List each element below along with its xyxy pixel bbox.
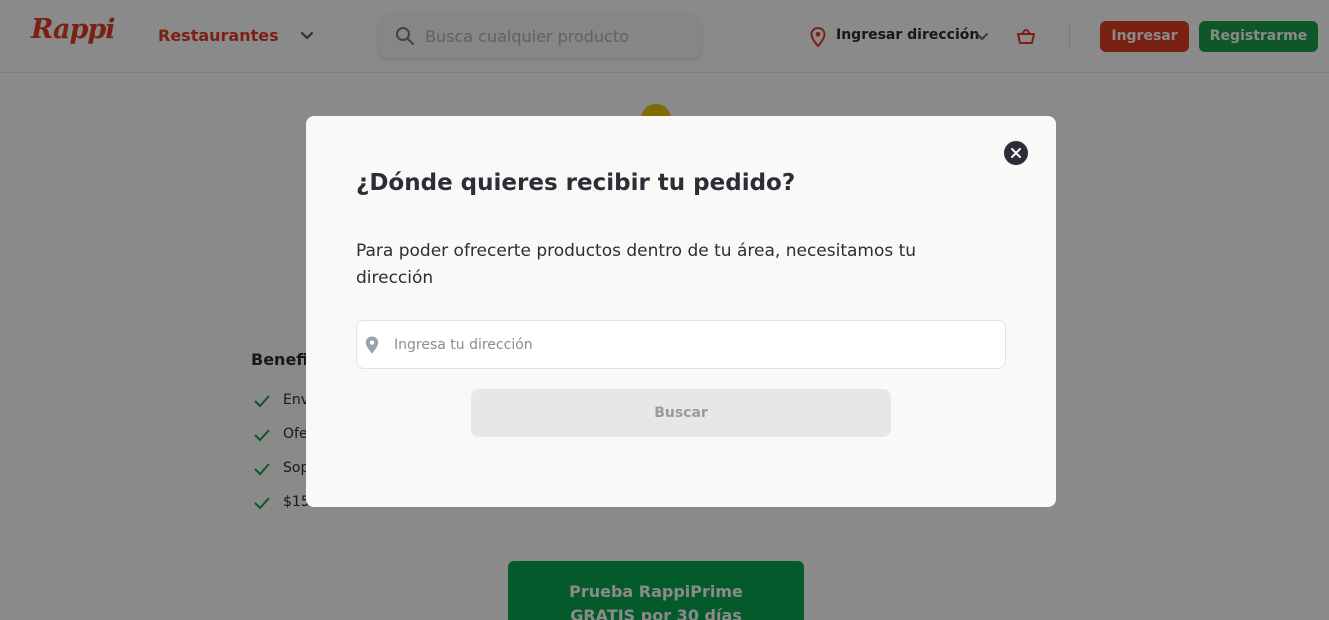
location-pin-icon [365, 336, 379, 354]
modal-title: ¿Dónde quieres recibir tu pedido? [356, 170, 796, 196]
search-address-button[interactable]: Buscar [471, 389, 891, 437]
address-input[interactable] [394, 333, 984, 357]
address-modal: ¿Dónde quieres recibir tu pedido? Para p… [306, 116, 1056, 507]
close-icon [1011, 148, 1021, 158]
close-button[interactable] [1004, 141, 1028, 165]
address-field[interactable] [356, 320, 1006, 369]
modal-description: Para poder ofrecerte productos dentro de… [356, 241, 917, 288]
